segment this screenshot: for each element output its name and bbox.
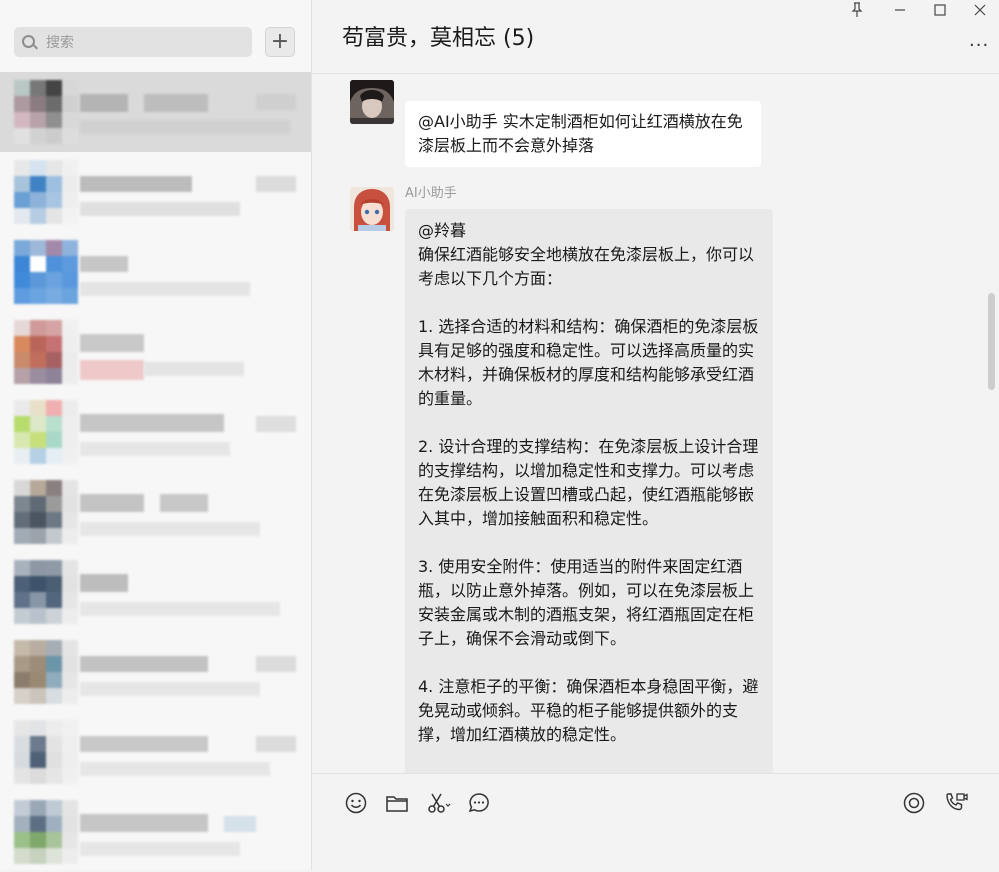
avatar — [14, 160, 78, 224]
chat-scrollbar[interactable] — [988, 293, 995, 390]
search-input[interactable] — [44, 27, 248, 59]
video-call-icon[interactable] — [943, 790, 969, 816]
avatar — [14, 320, 78, 384]
message-area[interactable]: @AI小助手 实木定制酒柜如何让红酒横放在免漆层板上而不会意外掉落 AI小助手 … — [312, 74, 999, 773]
contact-item[interactable] — [0, 792, 311, 872]
ai-assistant-avatar[interactable] — [350, 187, 394, 231]
sender-name: AI小助手 — [405, 186, 457, 201]
avatar — [14, 800, 78, 864]
search-box[interactable] — [14, 27, 252, 59]
avatar — [14, 560, 78, 624]
contact-item[interactable] — [0, 472, 311, 552]
avatar — [14, 240, 78, 304]
avatar — [14, 400, 78, 464]
contact-list-pane: + — [0, 0, 311, 870]
add-button[interactable]: + — [265, 27, 295, 57]
contact-item[interactable] — [0, 552, 311, 632]
user-avatar[interactable] — [350, 80, 394, 124]
folder-icon[interactable] — [384, 790, 410, 816]
close-icon[interactable] — [973, 2, 987, 22]
contact-item[interactable] — [0, 712, 311, 792]
avatar — [14, 480, 78, 544]
maximize-icon[interactable] — [933, 2, 947, 22]
chat-history-icon[interactable] — [466, 790, 492, 816]
pin-icon[interactable] — [850, 2, 864, 22]
minimize-icon[interactable] — [893, 2, 907, 22]
live-icon[interactable] — [901, 790, 927, 816]
contact-item[interactable] — [0, 232, 311, 312]
message-bubble[interactable]: @羚暮 确保红酒能够安全地横放在免漆层板上，你可以考虑以下几个方面： 1. 选择… — [405, 209, 773, 773]
search-icon — [22, 35, 35, 48]
contact-item[interactable] — [0, 312, 311, 392]
avatar — [14, 80, 78, 144]
avatar — [14, 720, 78, 784]
contact-item[interactable] — [0, 72, 311, 152]
message-bubble[interactable]: @AI小助手 实木定制酒柜如何让红酒横放在免漆层板上而不会意外掉落 — [405, 101, 761, 167]
scissors-icon[interactable] — [425, 790, 451, 816]
chat-title: 苟富贵，莫相忘 (5) — [342, 26, 535, 51]
emoji-icon[interactable] — [343, 790, 369, 816]
input-toolbar — [312, 774, 999, 870]
contact-item[interactable] — [0, 632, 311, 712]
more-options-icon[interactable]: ... — [969, 30, 989, 51]
avatar — [14, 640, 78, 704]
contact-item[interactable] — [0, 152, 311, 232]
contact-item[interactable] — [0, 392, 311, 472]
